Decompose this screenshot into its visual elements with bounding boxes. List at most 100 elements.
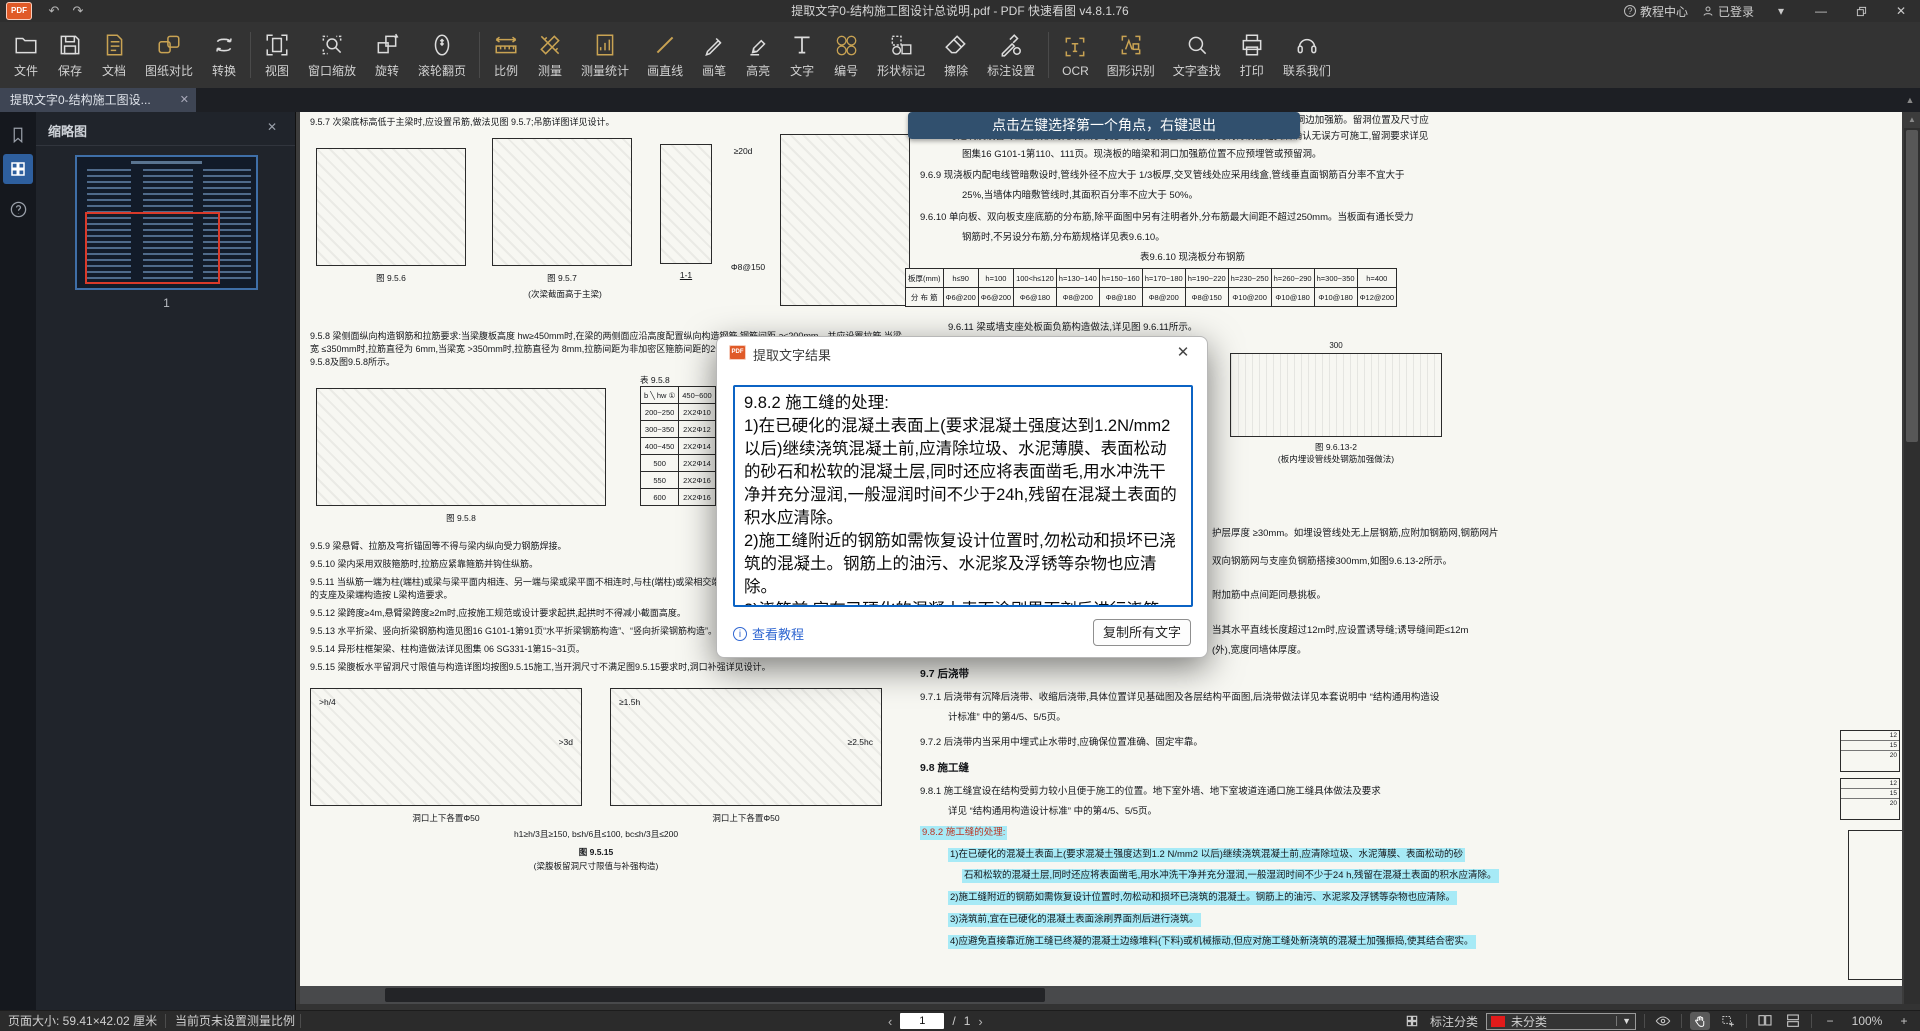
toolbar-draw-line-button[interactable]: 画直线 xyxy=(638,22,692,88)
restore-button[interactable] xyxy=(1848,0,1874,22)
horizontal-scrollbar-thumb[interactable] xyxy=(385,988,1045,1002)
close-button[interactable]: ✕ xyxy=(1888,0,1914,22)
toolbar-scroll-page-button[interactable]: 滚轮翻页 xyxy=(409,22,475,88)
zoom-level-label: 100% xyxy=(1848,1014,1886,1028)
zoom-in-button[interactable]: + xyxy=(1894,1012,1914,1030)
vertical-scrollbar-thumb[interactable] xyxy=(1906,130,1918,442)
zoom-out-button[interactable]: − xyxy=(1820,1012,1840,1030)
doc-line: 9.6.10 单向板、双向板支座底筋的分布筋,除平面图中另有注明者外,分布筋最大… xyxy=(920,212,1414,224)
figure-label: ≥2.5hc xyxy=(848,737,873,747)
copy-all-text-button[interactable]: 复制所有文字 xyxy=(1093,619,1191,646)
scale-notice-label: 当前页未设置测量比例 xyxy=(175,1011,295,1031)
sidebar-rail xyxy=(0,112,36,1010)
document-tab[interactable]: 提取文字0-结构施工图设... ✕ xyxy=(0,88,196,112)
sidebar-help-button[interactable] xyxy=(3,194,33,224)
table-row: 5002X2Φ14 xyxy=(641,455,716,472)
rotate-icon xyxy=(374,32,400,58)
view-icon xyxy=(264,32,290,58)
toolbar-contact-button[interactable]: 联系我们 xyxy=(1274,22,1340,88)
annotation-settings-icon xyxy=(998,32,1024,58)
toolbar-measure-stats-button[interactable]: 测量统计 xyxy=(572,22,638,88)
panel-divider xyxy=(36,145,295,146)
doc-paragraph: 9.5.7 次梁底标高低于主梁时,应设置吊筋,做法见图 9.5.7;吊筋详图详见… xyxy=(310,116,910,129)
visibility-toggle[interactable] xyxy=(1653,1012,1673,1030)
toolbar-convert-button[interactable]: 转换 xyxy=(202,22,246,88)
two-page-view-button[interactable] xyxy=(1755,1012,1775,1030)
bookmark-icon xyxy=(9,126,27,144)
toolbar-number-button[interactable]: 编号 xyxy=(824,22,868,88)
document-icon xyxy=(101,32,127,58)
next-page-icon[interactable]: › xyxy=(978,1014,982,1029)
extracted-text-area[interactable]: 9.8.2 施工缝的处理: 1)在已硬化的混凝土表面上(要求混凝土强度达到1.2… xyxy=(733,385,1193,607)
table-row: 400~4502X2Φ14 xyxy=(641,438,716,455)
dialog-title: 提取文字结果 xyxy=(753,345,831,364)
page-thumbnail[interactable] xyxy=(75,155,258,290)
toolbar-window-zoom-button[interactable]: 窗口缩放 xyxy=(299,22,365,88)
toolbar-drawing-compare-button[interactable]: 图纸对比 xyxy=(136,22,202,88)
toolbar-measure-button[interactable]: 测量 xyxy=(528,22,572,88)
toolbar-view-button[interactable]: 视图 xyxy=(255,22,299,88)
tab-overflow-icon[interactable]: ▲ xyxy=(1902,92,1918,108)
toolbar-shape-mark-button[interactable]: 形状标记 xyxy=(868,22,934,88)
prev-page-icon[interactable]: ‹ xyxy=(888,1014,892,1029)
extracted-line: 3)浇筑前,宜在已硬化的混凝土表面涂刷界面剂后进行浇筑。 xyxy=(744,599,1182,607)
toolbar-file-button[interactable]: 文件 xyxy=(4,22,48,88)
scroll-up-icon[interactable]: ▲ xyxy=(1904,112,1920,128)
sidebar-bookmarks-button[interactable] xyxy=(3,120,33,150)
table-row: 板厚(mm)h≤90h=100100<h≤120h=130~140h=150~1… xyxy=(906,269,1397,288)
text-icon xyxy=(789,32,815,58)
extracted-line: 9.8.2 施工缝的处理: xyxy=(744,392,1182,415)
figure-caption: 图 9.5.8 xyxy=(316,512,606,524)
page-size-label: 页面大小: 59.41×42.02 厘米 xyxy=(8,1011,157,1031)
doc-line-highlighted: 9.8.2 施工缝的处理: xyxy=(920,826,1007,840)
horizontal-scrollbar[interactable] xyxy=(300,986,1902,1004)
figure-label: ≥1.5h xyxy=(619,697,640,707)
figure-9-5-15-left: >h/4 >3d xyxy=(310,688,582,806)
thumbnail-page-number: 1 xyxy=(75,296,258,310)
view-tutorial-link[interactable]: i 查看教程 xyxy=(733,624,804,643)
select-region-button[interactable] xyxy=(1718,1012,1738,1030)
pan-tool-button[interactable] xyxy=(1690,1012,1710,1030)
figure-9-5-8 xyxy=(316,388,606,506)
toolbar-separator xyxy=(250,32,251,78)
table-row: 5502X2Φ16 xyxy=(641,472,716,489)
toolbar-scale-button[interactable]: 比例 xyxy=(484,22,528,88)
toolbar-ocr-button[interactable]: OCR xyxy=(1053,22,1098,88)
toolbar-pen-button[interactable]: 画笔 xyxy=(692,22,736,88)
toolbar-graphic-recognition-button[interactable]: 图形识别 xyxy=(1098,22,1164,88)
line-icon xyxy=(652,32,678,58)
vertical-scrollbar[interactable]: ▲ xyxy=(1904,112,1920,1004)
dialog-close-icon[interactable]: ✕ xyxy=(1173,343,1193,361)
panel-close-icon[interactable]: ✕ xyxy=(267,120,277,134)
annotation-filter-dropdown[interactable]: 未分类 ▼ xyxy=(1486,1013,1636,1030)
toolbar-document-button[interactable]: 文档 xyxy=(92,22,136,88)
toolbar-rotate-button[interactable]: 旋转 xyxy=(365,22,409,88)
toolbar-erase-button[interactable]: 擦除 xyxy=(934,22,978,88)
extract-text-dialog: PDF 提取文字结果 ✕ 9.8.2 施工缝的处理: 1)在已硬化的混凝土表面上… xyxy=(716,336,1208,658)
figure-label: h1≥h/3且≥150, b≤h/6且≤100, bc≤h/3且≤200 xyxy=(310,828,882,840)
toolbar-save-button[interactable]: 保存 xyxy=(48,22,92,88)
minimize-button[interactable]: — xyxy=(1808,0,1834,22)
stats-icon xyxy=(592,32,618,58)
sidebar-thumbnails-button[interactable] xyxy=(3,154,33,184)
page-total-label: 1 xyxy=(964,1014,971,1028)
toolbar-print-button[interactable]: 打印 xyxy=(1230,22,1274,88)
main-toolbar: 文件 保存 文档 图纸对比 转换 视图 窗口缩放 旋转 xyxy=(0,22,1920,88)
menu-caret-icon[interactable]: ▾ xyxy=(1768,0,1794,22)
toolbar-annotation-settings-button[interactable]: 标注设置 xyxy=(978,22,1044,88)
measure-icon xyxy=(537,32,563,58)
continuous-view-button[interactable] xyxy=(1783,1012,1803,1030)
figure-subcaption: (梁腹板留洞尺寸限值与补强构造) xyxy=(310,860,882,872)
doc-paragraph: 9.5.15 梁腹板水平留洞尺寸限值与构造详图均按图9.5.15施工,当开洞尺寸… xyxy=(310,661,910,674)
tutorial-center-button[interactable]: ? 教程中心 xyxy=(1624,3,1688,20)
account-button[interactable]: 已登录 xyxy=(1702,3,1754,20)
view-tutorial-label: 查看教程 xyxy=(752,624,804,643)
graphic-recognition-icon xyxy=(1118,32,1144,58)
toolbar-find-text-button[interactable]: 文字查找 xyxy=(1164,22,1230,88)
toolbar-highlight-button[interactable]: 高亮 xyxy=(736,22,780,88)
tab-close-icon[interactable]: ✕ xyxy=(180,88,189,112)
slab-distribution-table: 板厚(mm)h≤90h=100100<h≤120h=130~140h=150~1… xyxy=(905,268,1397,307)
toolbar-text-button[interactable]: 文字 xyxy=(780,22,824,88)
toolbar-separator xyxy=(1048,32,1049,78)
page-number-input[interactable]: 1 xyxy=(900,1013,944,1029)
